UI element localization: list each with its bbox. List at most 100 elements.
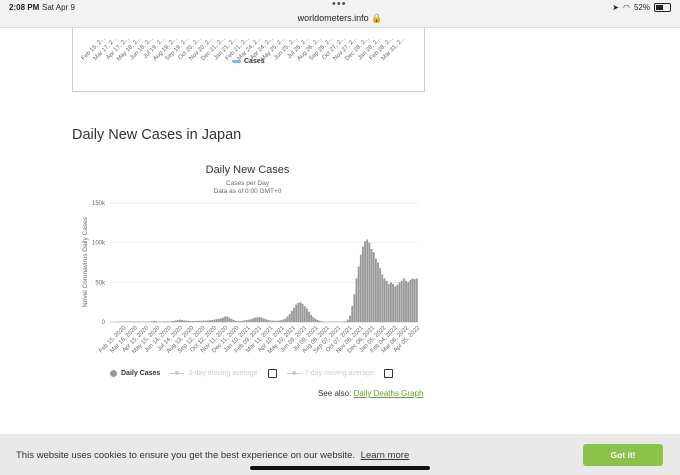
x-tick-label: Sep 12, 2020 <box>177 325 207 355</box>
daily-cases-bar <box>153 320 155 322</box>
x-tick-label: Oct 07, 2021 <box>325 325 354 354</box>
daily-cases-bar <box>297 302 300 322</box>
legend-daily-label: Daily Cases <box>121 370 161 377</box>
x-tick-label: Mar 16, 2020 <box>109 325 139 355</box>
daily-cases-bar <box>353 294 356 322</box>
3day-average-checkbox[interactable] <box>267 369 277 378</box>
daily-cases-bar <box>234 320 237 322</box>
more-dots-icon[interactable]: ••• <box>332 0 347 10</box>
daily-cases-bar <box>344 321 347 322</box>
legend-7day-average[interactable]: 7-day moving average <box>286 370 374 377</box>
x-tick-label: May 10, 2021 <box>267 325 297 355</box>
chart-legend: Daily Cases 3-day moving average 7-day m… <box>110 369 403 378</box>
x-tick-label: Mar 06, 2022 <box>381 325 411 355</box>
daily-cases-bar <box>265 319 267 322</box>
daily-cases-bar <box>407 282 410 322</box>
legend-daily-cases[interactable]: Daily Cases <box>110 370 160 377</box>
x-tick-label: Jun 09, 2021 <box>280 325 309 354</box>
daily-cases-bar <box>387 283 390 322</box>
daily-cases-bar <box>194 320 196 322</box>
cookie-text: This website uses cookies to ensure you … <box>16 450 356 461</box>
daily-cases-bar <box>377 262 379 322</box>
daily-cases-bar <box>413 279 416 322</box>
x-tick-label: Jan 05, 2022 <box>359 325 388 354</box>
daily-cases-bar <box>288 314 291 322</box>
daily-cases-bar <box>178 319 181 322</box>
section-title: Daily New Cases in Japan <box>72 127 242 143</box>
got-it-button[interactable]: Got it! <box>583 444 663 466</box>
daily-cases-bar <box>351 306 354 322</box>
daily-cases-bar <box>213 319 216 322</box>
x-tick-label: Dec 06, 2021 <box>347 325 377 355</box>
daily-cases-bar <box>245 320 248 322</box>
x-tick-label: Apr 05, 2022 <box>393 325 422 354</box>
daily-cases-bar <box>230 318 233 322</box>
y-tick-label: 0 <box>102 320 106 326</box>
daily-cases-bar <box>159 321 162 322</box>
address-bar[interactable]: worldometers.info 🔒 <box>0 13 680 24</box>
chart-data-date: Data as of 0:00 GMT+0 <box>213 188 282 195</box>
daily-cases-bar <box>217 318 220 322</box>
legend-3day-average[interactable]: 3-day moving average <box>170 370 258 377</box>
daily-cases-bar <box>198 320 201 322</box>
x-tick-label: Aug 13, 2020 <box>166 325 196 355</box>
chart-title: Daily New Cases <box>205 164 290 176</box>
daily-cases-bar <box>232 320 235 322</box>
daily-cases-bar <box>280 320 283 322</box>
x-tick-label: Jul 14, 2020 <box>157 325 185 353</box>
daily-cases-bar <box>357 266 360 322</box>
location-icon: ➤ <box>612 3 619 12</box>
daily-cases-bar <box>219 318 222 322</box>
daily-cases-bar <box>316 320 319 322</box>
daily-cases-bar <box>226 316 229 322</box>
x-tick-label: Feb 04, 2022 <box>370 325 400 355</box>
daily-cases-bar <box>176 320 179 322</box>
7day-average-marker <box>286 371 301 375</box>
status-time: 2:08 PM <box>9 3 40 12</box>
x-tick-label: Feb 15, 2020 <box>98 325 128 355</box>
7day-average-checkbox[interactable] <box>383 369 393 378</box>
daily-cases-bar <box>400 280 403 322</box>
daily-cases-bar <box>150 321 153 322</box>
learn-more-link[interactable]: Learn more <box>361 450 410 461</box>
daily-cases-bar <box>211 320 214 322</box>
daily-cases-bar <box>129 321 132 322</box>
daily-cases-bar <box>359 254 362 322</box>
daily-cases-bar <box>372 252 375 322</box>
daily-cases-bar <box>293 307 295 322</box>
daily-cases-bar <box>168 321 171 322</box>
daily-cases-bar <box>239 321 242 322</box>
daily-cases-bar <box>295 304 298 322</box>
daily-cases-bar <box>185 320 188 322</box>
daily-cases-bar <box>181 320 183 322</box>
status-icons: ➤ ◠ 52% <box>612 3 671 12</box>
daily-cases-bar <box>252 318 255 322</box>
x-tick-label: Apr 10, 2021 <box>257 325 286 354</box>
daily-cases-bar <box>170 321 173 322</box>
daily-cases-bar <box>224 316 227 322</box>
daily-cases-bar <box>394 286 397 322</box>
previous-chart-legend[interactable]: Cases <box>232 58 265 65</box>
daily-cases-bar <box>355 278 358 322</box>
daily-cases-bar <box>278 320 280 322</box>
daily-cases-bar <box>349 315 351 322</box>
see-also: See also: Daily Deaths Graph <box>318 389 423 398</box>
daily-cases-bar <box>390 282 392 322</box>
daily-cases-bar <box>174 320 177 322</box>
daily-cases-bar <box>364 241 367 322</box>
status-date: Sat Apr 9 <box>42 3 75 12</box>
daily-cases-bar <box>273 320 276 322</box>
daily-deaths-graph-link[interactable]: Daily Deaths Graph <box>354 389 424 398</box>
x-tick-label: Jun 14, 2020 <box>144 325 173 354</box>
daily-cases-bar <box>299 302 302 322</box>
daily-cases-bar <box>166 321 168 322</box>
daily-cases-bar <box>303 306 306 322</box>
x-tick-label: Nov 06, 2021 <box>335 325 365 355</box>
daily-cases-bar <box>346 319 349 322</box>
daily-cases-bar <box>318 320 321 322</box>
see-also-label: See also: <box>318 389 352 398</box>
y-tick-label: 150k <box>92 201 106 207</box>
battery-icon <box>654 3 671 12</box>
daily-cases-bar <box>290 310 293 322</box>
y-axis-label: Novel Coronavirus Daily Cases <box>82 216 89 307</box>
